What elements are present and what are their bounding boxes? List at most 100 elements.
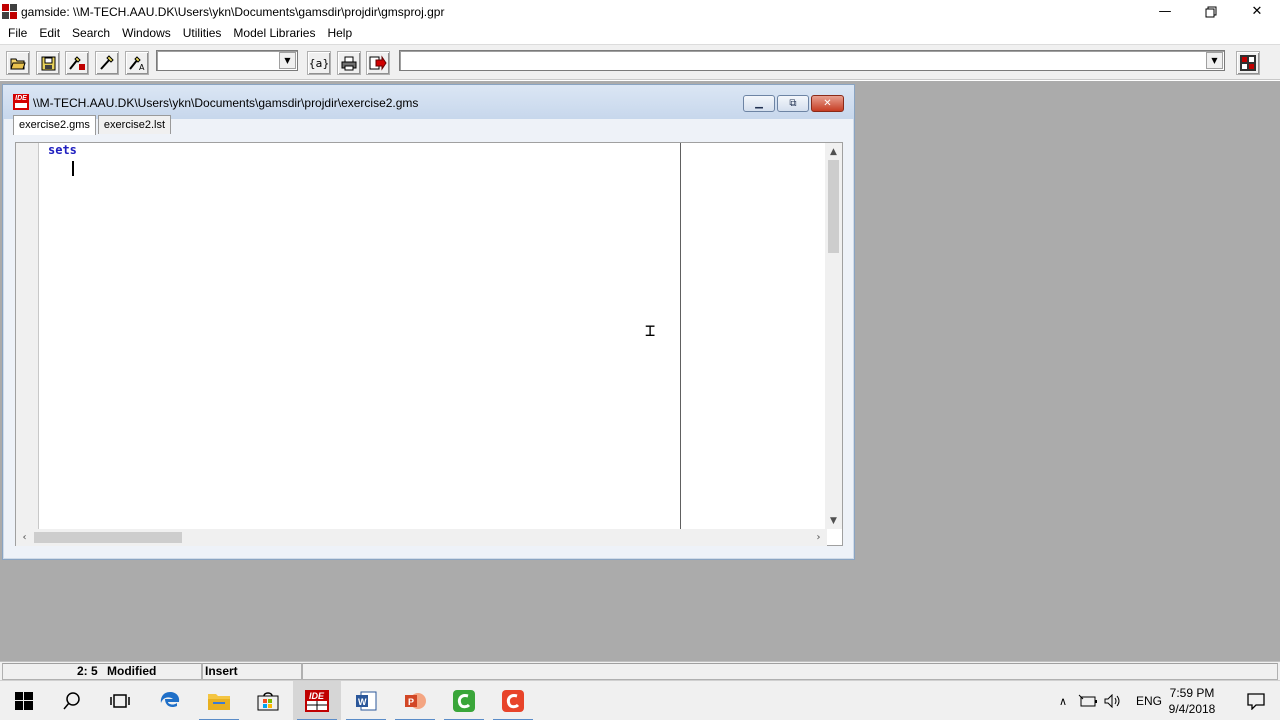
menu-windows[interactable]: Windows <box>116 23 177 43</box>
chevron-down-icon[interactable]: ▼ <box>279 52 296 69</box>
menu-help[interactable]: Help <box>321 23 358 43</box>
notification-icon <box>1247 693 1265 710</box>
wand-icon <box>100 55 114 70</box>
powerpoint-icon: P <box>405 693 426 709</box>
child-maximize-button[interactable]: ⧉ <box>777 95 809 112</box>
vertical-scrollbar[interactable]: ▲ ▼ <box>825 143 842 529</box>
editor-gutter <box>16 143 39 529</box>
edge-icon <box>160 692 180 708</box>
scroll-left-icon[interactable]: ‹ <box>16 529 33 546</box>
menu-file[interactable]: File <box>2 23 33 43</box>
open-icon <box>10 58 26 70</box>
file-explorer-icon <box>208 694 230 710</box>
symbol-combo[interactable]: ▼ <box>156 50 298 71</box>
powerpoint-button[interactable]: P <box>391 681 439 720</box>
menubar: File Edit Search Windows Utilities Model… <box>0 23 1280 43</box>
chevron-down-icon[interactable]: ▼ <box>1206 52 1223 69</box>
window-controls: — ✕ <box>1142 0 1280 23</box>
status-mode-cell: Insert <box>202 663 302 680</box>
model-library-button[interactable] <box>1236 51 1260 75</box>
search-icon <box>63 692 80 710</box>
menu-utilities[interactable]: Utilities <box>177 23 228 43</box>
print-button[interactable] <box>337 51 361 75</box>
start-button[interactable] <box>0 681 48 720</box>
editor-window-title: \\M-TECH.AAU.DK\Users\ykn\Documents\gams… <box>33 96 419 110</box>
horizontal-scroll-thumb[interactable] <box>34 532 182 543</box>
open-button[interactable] <box>6 51 30 75</box>
camtasia-red-icon <box>502 690 524 712</box>
run-icon <box>69 56 85 70</box>
code-editor[interactable]: sets ⌶ <box>40 143 827 529</box>
edge-button[interactable] <box>146 681 194 720</box>
save-button[interactable] <box>36 51 60 75</box>
app-title: gamside: \\M-TECH.AAU.DK\Users\ykn\Docum… <box>21 4 445 19</box>
child-close-button[interactable]: ✕ <box>811 95 844 112</box>
menu-edit[interactable]: Edit <box>33 23 66 43</box>
tab-exercise2-lst[interactable]: exercise2.lst <box>97 115 172 134</box>
model-library-icon <box>1240 55 1256 71</box>
action-center-button[interactable] <box>1232 681 1280 720</box>
battery-icon[interactable] <box>1078 694 1098 708</box>
editor-window-titlebar[interactable]: IDE \\M-TECH.AAU.DK\Users\ykn\Documents\… <box>3 85 854 119</box>
statusbar: 2: 5 Modified Insert <box>0 661 1280 680</box>
camtasia-green-button[interactable] <box>440 681 488 720</box>
store-icon <box>257 692 279 711</box>
tab-exercise2-gms[interactable]: exercise2.gms <box>13 115 96 135</box>
word-button[interactable]: W <box>342 681 390 720</box>
gams-ide-taskbar-button[interactable]: IDE <box>293 681 341 720</box>
system-tray: ∧ ENG <box>1054 681 1162 720</box>
scroll-right-icon[interactable]: › <box>810 529 827 546</box>
file-tabs: exercise2.gms exercise2.lst <box>13 115 173 135</box>
print-icon <box>341 56 357 70</box>
editor-frame: sets ⌶ ▲ ▼ ‹ › <box>15 142 843 546</box>
menu-model-libraries[interactable]: Model Libraries <box>227 23 321 43</box>
run-button[interactable] <box>65 51 89 75</box>
camtasia-green-icon <box>453 690 475 712</box>
command-combo[interactable]: ▼ <box>399 50 1225 71</box>
braces-icon: {a} <box>308 56 330 70</box>
gams-ide-icon: IDE <box>305 690 329 712</box>
status-modified: Modified <box>107 664 157 678</box>
wand-options-icon: A <box>129 56 145 71</box>
task-view-button[interactable] <box>96 681 144 720</box>
file-explorer-button[interactable] <box>195 681 243 720</box>
scroll-down-icon[interactable]: ▼ <box>825 512 842 529</box>
code-line-1: sets <box>48 143 77 157</box>
status-mode: Insert <box>205 664 238 678</box>
svg-text:W: W <box>358 697 367 707</box>
svg-text:IDE: IDE <box>309 691 325 701</box>
status-position-cell: 2: 5 Modified <box>2 663 202 680</box>
camtasia-red-button[interactable] <box>489 681 537 720</box>
child-minimize-button[interactable]: ▁ <box>743 95 775 112</box>
clock-time: 7:59 PM <box>1169 686 1215 700</box>
set-symbol-button[interactable]: {a} <box>307 51 331 75</box>
language-indicator[interactable]: ENG <box>1136 694 1162 708</box>
volume-icon[interactable] <box>1104 694 1122 708</box>
wand-button[interactable] <box>95 51 119 75</box>
ibeam-cursor-icon: ⌶ <box>645 321 656 341</box>
search-button[interactable] <box>48 681 96 720</box>
minimize-button[interactable]: — <box>1142 0 1188 23</box>
horizontal-scrollbar[interactable]: ‹ › <box>16 529 827 546</box>
restore-button[interactable] <box>1188 0 1234 23</box>
chevron-up-icon[interactable]: ∧ <box>1054 695 1072 708</box>
taskbar: IDE W P ∧ ENG 7:59 PM 9/4/2018 <box>0 680 1280 720</box>
app-titlebar: gamside: \\M-TECH.AAU.DK\Users\ykn\Docum… <box>0 0 1280 23</box>
word-icon: W <box>356 691 377 711</box>
gams-app-icon[interactable] <box>2 3 18 20</box>
wand-options-button[interactable]: A <box>125 51 149 75</box>
run-arrow-button[interactable] <box>366 51 390 75</box>
scroll-up-icon[interactable]: ▲ <box>825 143 842 160</box>
editor-window: IDE \\M-TECH.AAU.DK\Users\ykn\Documents\… <box>2 84 855 560</box>
run-arrow-icon <box>369 55 387 71</box>
store-button[interactable] <box>244 681 292 720</box>
clock[interactable]: 7:59 PM 9/4/2018 <box>1160 685 1224 717</box>
menu-search[interactable]: Search <box>66 23 116 43</box>
vertical-scroll-thumb[interactable] <box>828 160 839 253</box>
toolbar: A ▼ {a} ▼ <box>0 44 1280 80</box>
svg-text:P: P <box>408 697 414 707</box>
close-button[interactable]: ✕ <box>1234 0 1280 23</box>
status-message-cell <box>302 663 1278 680</box>
task-view-icon <box>110 694 130 708</box>
svg-text:A: A <box>139 63 145 71</box>
